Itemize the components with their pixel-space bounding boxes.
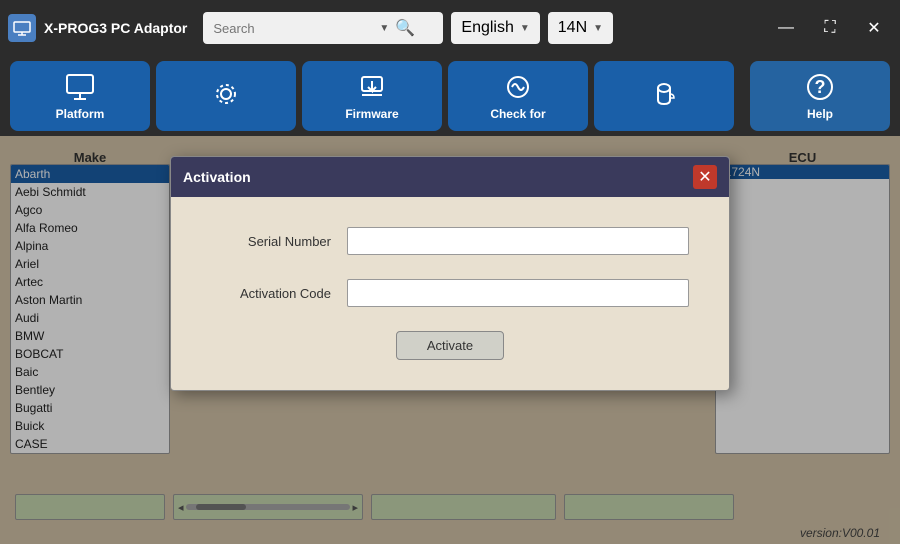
version-label: 14N <box>558 19 587 37</box>
modal-close-button[interactable]: ✕ <box>693 165 717 189</box>
maximize-button[interactable]: ⛶ <box>812 14 848 42</box>
activation-code-input[interactable] <box>347 279 689 307</box>
checkfor-button[interactable]: Check for <box>448 61 588 131</box>
search-icon: 🔍 <box>395 18 415 38</box>
titlebar: X-PROG3 PC Adaptor ▼ 🔍 English ▼ 14N ▼ —… <box>0 0 900 56</box>
minimize-button[interactable]: — <box>768 14 804 42</box>
firmware-label: Firmware <box>345 107 398 121</box>
tool5-button[interactable] <box>594 61 734 131</box>
help-button[interactable]: ? Help <box>750 61 890 131</box>
search-box[interactable]: ▼ 🔍 <box>203 12 443 44</box>
serial-number-row: Serial Number <box>211 227 689 255</box>
language-arrow-icon: ▼ <box>520 23 530 34</box>
help-label: Help <box>807 107 833 121</box>
search-input[interactable] <box>213 21 373 36</box>
serial-number-input[interactable] <box>347 227 689 255</box>
activate-button[interactable]: Activate <box>396 331 504 360</box>
platform-button[interactable]: Platform <box>10 61 150 131</box>
language-label: English <box>461 19 513 37</box>
activation-code-row: Activation Code <box>211 279 689 307</box>
modal-overlay: Activation ✕ Serial Number Activation Co… <box>0 136 900 544</box>
search-dropdown-icon: ▼ <box>379 23 389 34</box>
version-selector[interactable]: 14N ▼ <box>548 12 613 44</box>
modal-body: Serial Number Activation Code Activate <box>171 197 729 390</box>
language-selector[interactable]: English ▼ <box>451 12 539 44</box>
close-button[interactable]: ✕ <box>856 14 892 42</box>
app-logo <box>8 14 36 42</box>
activation-code-label: Activation Code <box>211 286 331 301</box>
toolbar: Platform Firmware Check for <box>0 56 900 136</box>
app-title: X-PROG3 PC Adaptor <box>44 20 187 36</box>
serial-number-label: Serial Number <box>211 234 331 249</box>
checkfor-label: Check for <box>490 107 545 121</box>
main-content: Make ECU Abarth Aebi Schmidt Agco Alfa R… <box>0 136 900 544</box>
modal-header: Activation ✕ <box>171 157 729 197</box>
activation-modal: Activation ✕ Serial Number Activation Co… <box>170 156 730 391</box>
platform-label: Platform <box>56 107 105 121</box>
firmware-button[interactable]: Firmware <box>302 61 442 131</box>
svg-text:?: ? <box>815 77 826 97</box>
modal-title: Activation <box>183 169 251 185</box>
activate-button-row: Activate <box>211 331 689 360</box>
version-arrow-icon: ▼ <box>593 23 603 34</box>
settings-button[interactable] <box>156 61 296 131</box>
